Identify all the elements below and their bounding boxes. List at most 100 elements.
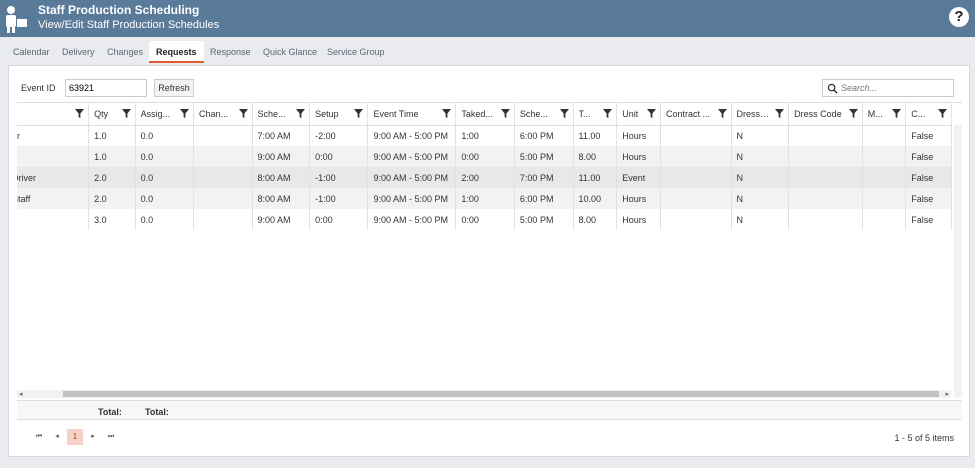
table-cell <box>193 188 253 209</box>
table-cell: 1:00 <box>455 188 515 209</box>
tab-requests[interactable]: Requests <box>149 41 204 63</box>
filter-icon[interactable] <box>717 109 727 118</box>
column-header-label: Chan... <box>199 109 229 120</box>
search-icon <box>827 83 838 94</box>
column-header[interactable]: Assig... <box>135 103 195 126</box>
tab-service-group[interactable]: Service Group <box>320 41 392 63</box>
table-row[interactable]: 3.0 0.0 9:00 AM 0:00 9:00 AM - 5:00 PM 0:00 5:… <box>17 209 952 230</box>
filter-icon[interactable] <box>238 109 248 118</box>
scroll-right-icon[interactable]: ▸ <box>945 390 949 398</box>
table-cell <box>788 209 863 230</box>
filter-icon[interactable] <box>892 109 902 118</box>
column-header[interactable]: T... <box>573 103 618 126</box>
table-cell: -1:00 <box>309 167 369 188</box>
tab-response[interactable]: Response <box>203 41 258 63</box>
requests-panel: Event ID Refresh Qty Assig... Chan... Sche.… <box>8 65 970 457</box>
table-row[interactable]: Staff2.00.0 8:00 AM-1:009:00 AM - 5:00 PM… <box>17 188 952 209</box>
table-cell: 0.0 <box>135 146 195 167</box>
last-page-icon[interactable]: ⏭ <box>103 429 119 445</box>
table-cell <box>660 209 732 230</box>
table-cell: False <box>905 167 952 188</box>
table-cell <box>193 209 253 230</box>
table-cell: 9:00 AM - 5:00 PM <box>367 146 457 167</box>
scroll-left-icon[interactable]: ◂ <box>19 390 23 398</box>
filter-icon[interactable] <box>442 109 452 118</box>
column-header[interactable]: Dress Code <box>788 103 863 126</box>
column-header-label: Event Time <box>373 109 419 120</box>
tab-quick-glance[interactable]: Quick Glance <box>256 41 324 63</box>
table-cell <box>862 167 907 188</box>
table-cell: N <box>731 188 790 209</box>
table-cell: 11.00 <box>573 125 618 146</box>
column-header[interactable]: Sche... <box>252 103 311 126</box>
next-page-icon[interactable]: ▸ <box>85 429 101 445</box>
table-cell <box>660 167 732 188</box>
help-button[interactable]: ? <box>949 7 969 27</box>
filter-icon[interactable] <box>500 109 510 118</box>
table-cell: 9:00 AM - 5:00 PM <box>367 167 457 188</box>
column-header[interactable]: Chan... <box>193 103 253 126</box>
filter-icon[interactable] <box>775 109 785 118</box>
table-row[interactable]: 1.0 0.0 9:00 AM 0:00 9:00 AM - 5:00 PM 0:00 5:… <box>17 146 952 167</box>
filter-icon[interactable] <box>646 109 656 118</box>
table-cell <box>862 209 907 230</box>
column-header[interactable]: Contract ... <box>660 103 732 126</box>
page-number-current[interactable]: 1 <box>67 429 83 445</box>
table-cell: 3.0 <box>88 209 136 230</box>
refresh-button[interactable]: Refresh <box>154 79 194 97</box>
horizontal-scrollbar[interactable]: ◂ ▸ <box>17 390 951 398</box>
filter-icon[interactable] <box>296 109 306 118</box>
tab-delivery[interactable]: Delivery <box>55 41 102 63</box>
filter-icon[interactable] <box>354 109 364 118</box>
column-header[interactable]: M... <box>862 103 907 126</box>
column-header[interactable] <box>17 103 90 126</box>
column-header-label: Setup <box>315 109 339 120</box>
column-header[interactable]: Taked... <box>455 103 515 126</box>
filter-icon[interactable] <box>848 109 858 118</box>
column-header-label: Sche... <box>519 109 548 120</box>
table-cell: 2.0 <box>88 188 136 209</box>
filter-icon[interactable] <box>121 109 131 118</box>
event-id-input[interactable] <box>65 79 147 97</box>
column-header-label: M... <box>867 109 883 120</box>
table-row[interactable]: er1.00.0 7:00 AM-2:009:00 AM - 5:00 PM1:0… <box>17 125 952 146</box>
table-cell: Driver <box>17 167 90 188</box>
column-header[interactable]: C... <box>905 103 952 126</box>
vertical-scrollbar[interactable] <box>954 125 962 398</box>
requests-grid: Qty Assig... Chan... Sche... Setup Event Time… <box>17 102 962 398</box>
search-input[interactable] <box>841 81 951 95</box>
column-header-label: C... <box>911 109 926 120</box>
column-header[interactable]: Dressed <box>731 103 790 126</box>
column-header[interactable]: Qty <box>88 103 136 126</box>
first-page-icon[interactable]: ⏮ <box>31 429 47 445</box>
table-cell: 0.0 <box>135 188 195 209</box>
table-cell: 2.0 <box>88 167 136 188</box>
prev-page-icon[interactable]: ◂ <box>49 429 65 445</box>
table-cell: Hours <box>616 125 661 146</box>
column-header-label: Unit <box>622 109 639 120</box>
column-header[interactable]: Event Time <box>367 103 457 126</box>
filter-icon[interactable] <box>938 109 947 118</box>
pager: ⏮ ◂ 1 ▸ ⏭ 1 - 5 of 5 items <box>17 426 962 446</box>
table-cell: N <box>731 146 790 167</box>
table-row[interactable]: Driver2.00.0 8:00 AM-1:009:00 AM - 5:00 P… <box>17 167 952 188</box>
table-cell: 1.0 <box>88 125 136 146</box>
search-box[interactable] <box>822 79 954 97</box>
tab-calendar[interactable]: Calendar <box>6 41 57 63</box>
table-cell: 9:00 AM - 5:00 PM <box>367 125 457 146</box>
grid-header-row: Qty Assig... Chan... Sche... Setup Event Time… <box>17 103 952 126</box>
tab-changes[interactable]: Changes <box>100 41 150 63</box>
column-header[interactable]: Unit <box>616 103 661 126</box>
table-cell <box>17 146 90 167</box>
filter-icon[interactable] <box>75 109 85 118</box>
column-header-label: Dress Code <box>794 109 842 120</box>
filter-icon[interactable] <box>603 109 613 118</box>
column-header[interactable]: Setup <box>309 103 369 126</box>
filter-icon[interactable] <box>559 109 569 118</box>
assigned-total-label: Total: <box>145 407 169 417</box>
column-header[interactable]: Sche... <box>514 103 574 126</box>
table-cell <box>788 146 863 167</box>
filter-icon[interactable] <box>180 109 190 118</box>
column-header-label: Sche... <box>257 109 286 120</box>
horizontal-scroll-thumb[interactable] <box>63 391 939 397</box>
